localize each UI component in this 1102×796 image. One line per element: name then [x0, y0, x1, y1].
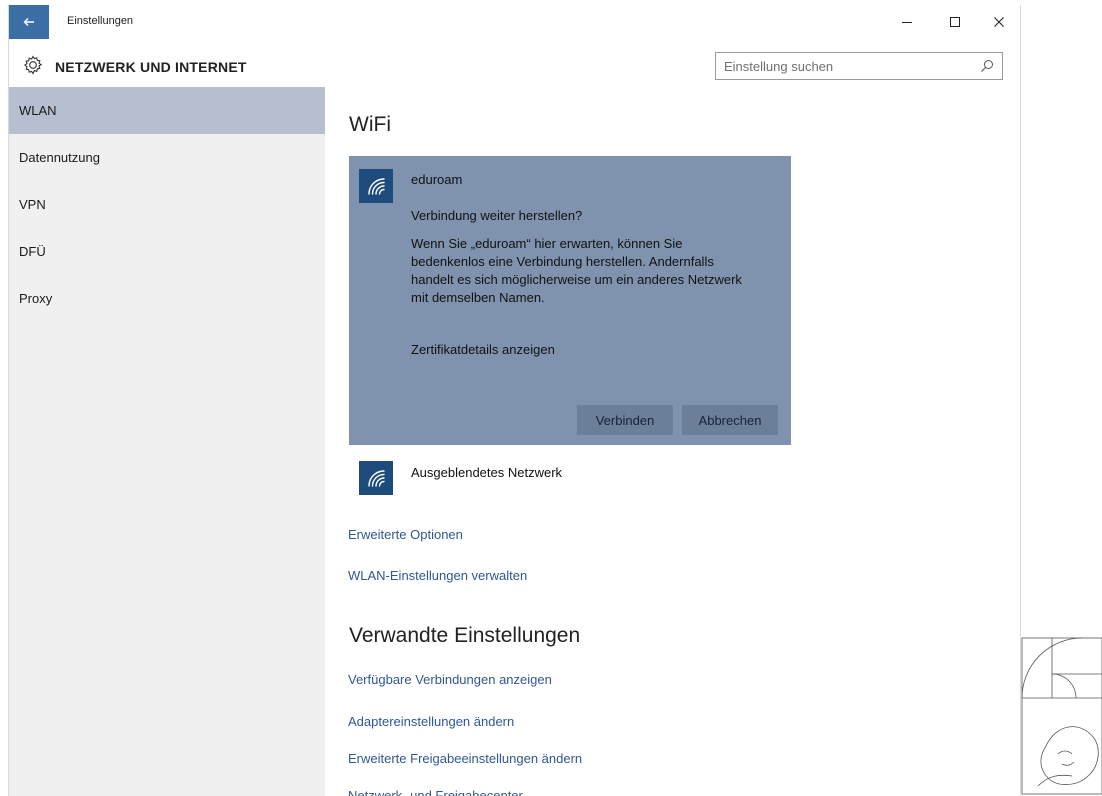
- connect-button[interactable]: Verbinden: [577, 405, 673, 435]
- title-bar: Einstellungen: [9, 5, 1020, 39]
- maximize-icon: [950, 17, 960, 27]
- close-icon: [994, 17, 1004, 27]
- search-icon[interactable]: [980, 59, 994, 73]
- wifi-signal-icon: [368, 178, 385, 195]
- search-input[interactable]: [724, 53, 974, 79]
- minimize-button[interactable]: [887, 5, 927, 39]
- settings-window: Einstellungen NETZWERK UND INTERNET Eins…: [8, 5, 1021, 796]
- back-button[interactable]: [9, 5, 49, 39]
- main-content: WiFi eduroam Verbindung weiter herstelle…: [325, 87, 1020, 796]
- adapter-settings-link[interactable]: Adaptereinstellungen ändern: [348, 714, 514, 729]
- available-connections-link[interactable]: Verfügbare Verbindungen anzeigen: [348, 672, 552, 687]
- close-button[interactable]: [979, 5, 1019, 39]
- advanced-sharing-link[interactable]: Erweiterte Freigabeeinstellungen ändern: [348, 751, 582, 766]
- connect-question: Verbindung weiter herstellen?: [411, 208, 583, 223]
- maximize-button[interactable]: [935, 5, 975, 39]
- manage-wlan-settings-link[interactable]: WLAN-Einstellungen verwalten: [348, 568, 527, 583]
- page-title: NETZWERK UND INTERNET: [55, 59, 247, 75]
- wifi-tile: [359, 169, 393, 203]
- golden-ratio-sketch-icon: [1021, 637, 1102, 795]
- network-connect-panel[interactable]: eduroam Verbindung weiter herstellen? We…: [349, 156, 791, 445]
- arrow-left-icon: [23, 18, 34, 26]
- advanced-options-link[interactable]: Erweiterte Optionen: [348, 527, 463, 542]
- sidebar-item-dfu[interactable]: DFÜ: [9, 228, 325, 275]
- sidebar-item-vpn[interactable]: VPN: [9, 181, 325, 228]
- certificate-details-link[interactable]: Zertifikatdetails anzeigen: [411, 342, 555, 357]
- warning-line: handelt es sich möglicherweise um ein an…: [411, 272, 742, 287]
- window-title: Einstellungen: [67, 15, 134, 27]
- sidebar: WLAN Datennutzung VPN DFÜ Proxy: [9, 87, 325, 796]
- related-settings-heading: Verwandte Einstellungen: [349, 624, 581, 647]
- sidebar-item-wlan[interactable]: WLAN: [9, 87, 325, 134]
- wifi-signal-icon: [368, 470, 385, 487]
- wifi-heading: WiFi: [349, 113, 391, 136]
- sidebar-item-datennutzung[interactable]: Datennutzung: [9, 134, 325, 181]
- network-sharing-center-link[interactable]: Netzwerk- und Freigabecenter: [348, 788, 523, 796]
- minimize-icon: [902, 22, 912, 23]
- warning-line: bedenkenlos eine Verbindung herstellen. …: [411, 254, 714, 269]
- sidebar-item-proxy[interactable]: Proxy: [9, 275, 325, 322]
- connect-warning-text: Wenn Sie „eduroam“ hier erwarten, können…: [411, 235, 786, 307]
- page-header: NETZWERK UND INTERNET: [9, 39, 1020, 89]
- network-name: eduroam: [411, 172, 463, 187]
- gear-icon: [23, 55, 43, 75]
- search-box[interactable]: [715, 52, 1003, 80]
- wifi-tile: [359, 461, 393, 495]
- hidden-network-label: Ausgeblendetes Netzwerk: [411, 465, 563, 480]
- warning-line: mit demselben Namen.: [411, 290, 545, 305]
- cancel-button[interactable]: Abbrechen: [682, 405, 778, 435]
- warning-line: Wenn Sie „eduroam“ hier erwarten, können…: [411, 236, 683, 251]
